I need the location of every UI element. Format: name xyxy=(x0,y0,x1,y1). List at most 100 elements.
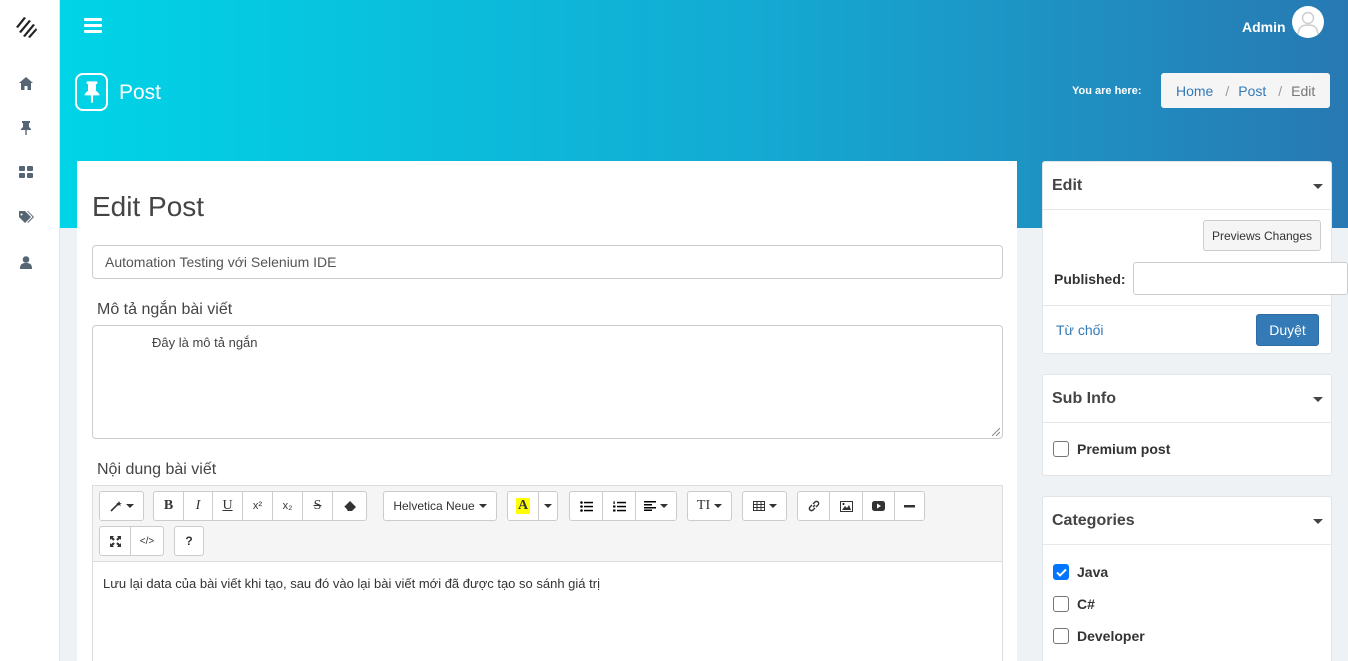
premium-post-option[interactable]: Premium post xyxy=(1053,441,1170,457)
font-name-group: Helvetica Neue xyxy=(383,491,497,521)
published-label: Published: xyxy=(1054,271,1126,287)
font-size-glyph: TI xyxy=(696,498,711,513)
table-group xyxy=(742,491,787,521)
horizontal-rule-button[interactable] xyxy=(894,491,925,521)
bold-button[interactable]: B xyxy=(153,491,184,521)
sidebar xyxy=(0,0,60,661)
categories-header[interactable]: Categories xyxy=(1043,497,1331,545)
numbered-list-icon xyxy=(612,500,626,511)
color-letter: A xyxy=(515,498,531,514)
premium-post-label: Premium post xyxy=(1077,441,1171,457)
subscript-button[interactable]: x₂ xyxy=(272,491,303,521)
category-item-java[interactable]: Java xyxy=(1053,564,1108,580)
sub-info-header[interactable]: Sub Info xyxy=(1043,375,1331,423)
clear-format-button[interactable] xyxy=(332,491,367,521)
rich-text-editor: B I U x² x₂ S Helvetica Neue A TI </> ? … xyxy=(92,485,1003,661)
paragraph-group xyxy=(569,491,677,521)
user-icon[interactable] xyxy=(18,254,34,270)
checkmark-icon xyxy=(1055,568,1067,577)
collapse-caret-icon[interactable] xyxy=(1313,184,1323,189)
align-dropdown-button[interactable] xyxy=(635,491,677,521)
breadcrumb-post[interactable]: Post xyxy=(1238,83,1266,99)
menu-toggle-icon[interactable] xyxy=(84,18,102,34)
category-label: C# xyxy=(1077,596,1095,612)
published-date-input[interactable] xyxy=(1133,262,1348,295)
sub-info-title: Sub Info xyxy=(1052,389,1116,407)
category-item-developer[interactable]: Developer xyxy=(1053,628,1145,644)
tags-icon[interactable] xyxy=(18,209,34,225)
table-icon xyxy=(752,501,765,511)
category-label: Java xyxy=(1077,564,1109,580)
horizontal-rule-icon xyxy=(904,504,915,507)
color-dropdown-button[interactable] xyxy=(538,491,558,521)
user-name[interactable]: Admin xyxy=(1242,19,1286,35)
text-color-button[interactable]: A xyxy=(507,491,539,521)
category-item-csharp[interactable]: C# xyxy=(1053,596,1095,612)
sub-info-panel: Sub Info xyxy=(1042,374,1332,476)
collapse-caret-icon[interactable] xyxy=(1313,397,1323,402)
font-name-dropdown[interactable]: Helvetica Neue xyxy=(383,491,497,521)
breadcrumb-separator: / xyxy=(1225,82,1230,99)
content-label: Nội dung bài viết xyxy=(97,461,217,478)
strikethrough-button[interactable]: S xyxy=(302,491,333,521)
video-icon xyxy=(872,501,885,511)
home-icon[interactable] xyxy=(18,75,34,91)
font-style-group: B I U x² x₂ S xyxy=(153,491,367,521)
post-title-input[interactable] xyxy=(92,245,1003,279)
help-group: ? xyxy=(174,526,204,556)
link-button[interactable] xyxy=(797,491,830,521)
editor-toolbar: B I U x² x₂ S Helvetica Neue A TI </> ? xyxy=(93,486,1002,562)
short-description-label: Mô tả ngắn bài viết xyxy=(97,301,233,318)
superscript-button[interactable]: x² xyxy=(242,491,273,521)
breadcrumb-separator: / xyxy=(1278,82,1283,99)
reject-link[interactable]: Từ chối xyxy=(1056,322,1104,338)
font-size-group: TI xyxy=(687,491,732,521)
page-title: Post xyxy=(119,81,162,104)
collapse-caret-icon[interactable] xyxy=(1313,519,1323,524)
unordered-list-button[interactable] xyxy=(569,491,603,521)
code-view-button[interactable]: </> xyxy=(130,526,164,556)
approve-button[interactable]: Duyệt xyxy=(1256,314,1319,346)
bullet-list-icon xyxy=(579,500,593,512)
link-icon xyxy=(808,500,819,512)
breadcrumb-prefix: You are here: xyxy=(1072,85,1142,97)
italic-button[interactable]: I xyxy=(183,491,213,521)
font-size-dropdown[interactable]: TI xyxy=(687,491,732,521)
category-csharp-checkbox[interactable] xyxy=(1053,596,1069,612)
categories-title: Categories xyxy=(1052,511,1135,529)
table-dropdown[interactable] xyxy=(742,491,787,521)
help-button[interactable]: ? xyxy=(174,526,204,556)
category-java-checkbox[interactable] xyxy=(1053,564,1069,580)
preview-changes-button[interactable]: Previews Changes xyxy=(1203,220,1321,251)
video-button[interactable] xyxy=(862,491,895,521)
edit-post-panel: Edit Post Mô tả ngắn bài viết Đây là mô … xyxy=(77,161,1017,661)
short-description-text: Đây là mô tả ngắn xyxy=(152,335,258,350)
style-button[interactable] xyxy=(99,491,144,521)
breadcrumb-home[interactable]: Home xyxy=(1176,83,1213,99)
avatar-icon xyxy=(1297,11,1319,35)
magic-wand-icon xyxy=(109,501,122,512)
dashboard-icon[interactable] xyxy=(18,164,34,180)
logo-icon[interactable] xyxy=(14,15,38,39)
align-left-icon xyxy=(644,501,656,511)
edit-panel-title: Edit xyxy=(1052,176,1083,194)
breadcrumb-edit: Edit xyxy=(1291,82,1316,99)
eraser-icon xyxy=(343,500,356,511)
short-description-textarea[interactable]: Đây là mô tả ngắn xyxy=(92,325,1003,439)
category-developer-checkbox[interactable] xyxy=(1053,628,1069,644)
view-group: </> xyxy=(99,526,164,556)
image-button[interactable] xyxy=(829,491,863,521)
resize-grip-icon[interactable] xyxy=(992,428,1000,436)
style-group xyxy=(99,491,144,521)
fullscreen-button[interactable] xyxy=(99,526,131,556)
insert-group xyxy=(797,491,925,521)
ordered-list-button[interactable] xyxy=(602,491,636,521)
pin-icon[interactable] xyxy=(18,120,34,136)
avatar[interactable] xyxy=(1292,6,1324,38)
breadcrumb: Home / Post / Edit xyxy=(1161,73,1330,108)
underline-button[interactable]: U xyxy=(212,491,243,521)
editor-content-area[interactable]: Lưu lại data của bài viết khi tạo, sau đ… xyxy=(93,562,1002,605)
category-label: Developer xyxy=(1077,628,1145,644)
premium-post-checkbox[interactable] xyxy=(1053,441,1069,457)
edit-panel-header[interactable]: Edit xyxy=(1043,162,1331,210)
